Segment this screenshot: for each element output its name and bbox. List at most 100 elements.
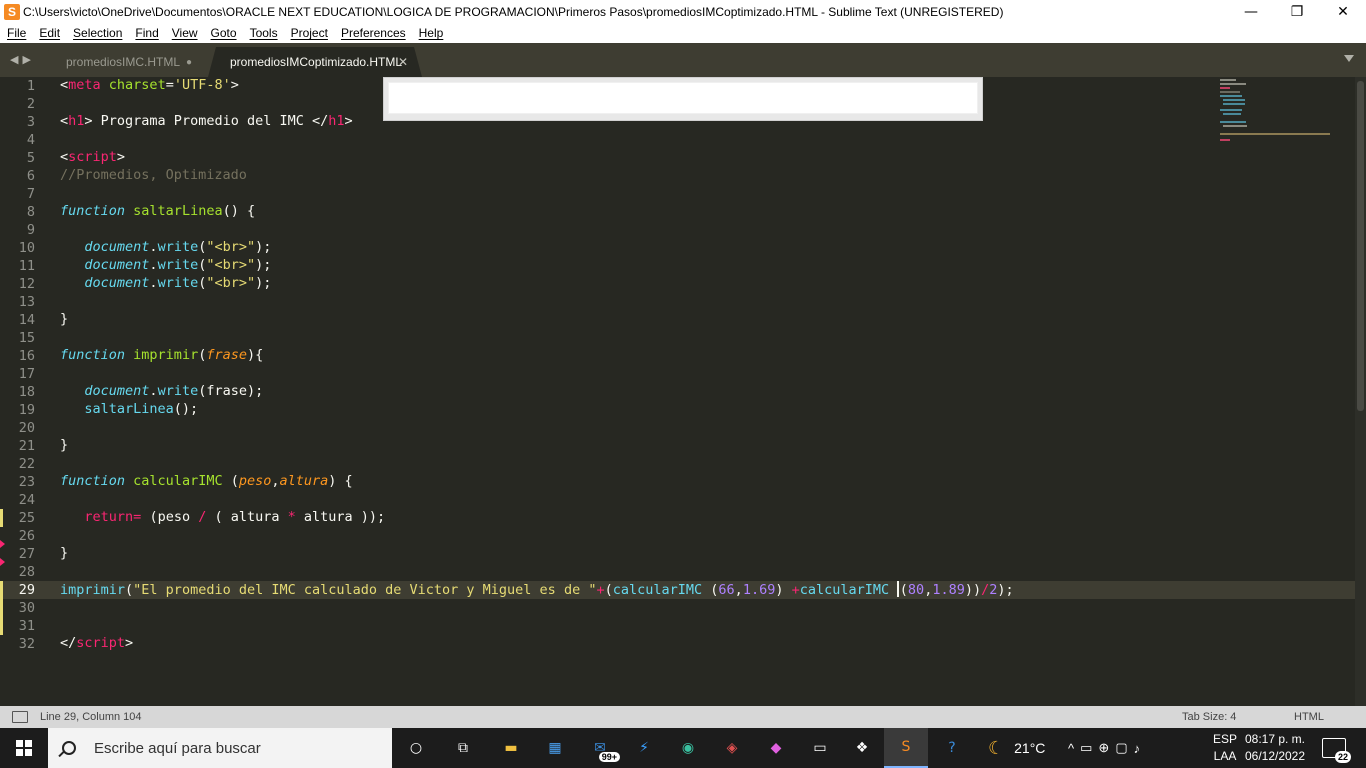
tab-dropdown-icon[interactable] bbox=[1344, 55, 1354, 62]
line-number: 16 bbox=[18, 348, 35, 364]
menu-find[interactable]: Find bbox=[128, 26, 164, 40]
vertical-scrollbar[interactable] bbox=[1355, 77, 1366, 706]
line-number: 31 bbox=[18, 618, 35, 634]
help-icon[interactable]: ? bbox=[930, 728, 974, 768]
code-token: h1 bbox=[328, 113, 345, 129]
system-tray-icons[interactable]: ^ ▭ ⊕ ▢ ♪ bbox=[1068, 728, 1146, 768]
panel-toggle-icon[interactable] bbox=[12, 711, 28, 723]
line-number: 12 bbox=[18, 276, 35, 292]
code-line-5: <script> bbox=[60, 149, 125, 167]
menu-project[interactable]: Project bbox=[284, 26, 334, 40]
line-number: 27 bbox=[18, 546, 35, 562]
line-number: 25 bbox=[18, 510, 35, 526]
code-line-3: <h1> Programa Promedio del IMC </h1> bbox=[60, 113, 353, 131]
code-line-12: document.write("<br>"); bbox=[60, 275, 271, 293]
terminal-icon[interactable]: ▭ bbox=[798, 728, 842, 768]
network-icon[interactable]: ⊕ bbox=[1098, 740, 1115, 756]
dropbox-icon[interactable]: ❖ bbox=[840, 728, 884, 768]
code-token: > bbox=[125, 635, 134, 651]
line-number: 13 bbox=[18, 294, 35, 310]
line-number: 30 bbox=[18, 600, 35, 616]
notifications-icon[interactable]: 22 bbox=[1322, 738, 1351, 763]
app-icon[interactable]: ◈ bbox=[710, 728, 754, 768]
line-number: 5 bbox=[26, 150, 35, 166]
task-view-icon[interactable]: ⧉ bbox=[441, 728, 485, 768]
code-line-21: } bbox=[60, 437, 68, 455]
cortana-icon[interactable]: ○ bbox=[394, 728, 438, 768]
line-number: 2 bbox=[26, 96, 35, 112]
code-token: </ bbox=[60, 635, 77, 651]
deleted-line-marker bbox=[0, 558, 5, 566]
minimap[interactable] bbox=[1218, 77, 1338, 147]
find-input[interactable] bbox=[388, 82, 978, 114]
code-segment: (80,1.89))/2); bbox=[900, 582, 1014, 598]
code-token: charset bbox=[108, 77, 166, 93]
language-indicator[interactable]: ESP LAA bbox=[1212, 731, 1238, 765]
code-token: . bbox=[149, 257, 158, 273]
display-icon[interactable]: ▢ bbox=[1115, 740, 1133, 756]
editor-area[interactable]: 1 2 3 4 5 6 7 8 9 10 11 12 13 14 15 16 17 18 19 20 21 22 23 24 2… bbox=[0, 77, 1366, 706]
code-token: 1.89 bbox=[932, 582, 965, 598]
vscode-icon[interactable]: ⚡ bbox=[622, 728, 666, 768]
menu-goto[interactable]: Goto bbox=[204, 26, 243, 40]
syntax-mode[interactable]: HTML bbox=[1294, 711, 1324, 723]
menu-preferences[interactable]: Preferences bbox=[334, 26, 412, 40]
code-token: ) { bbox=[328, 473, 353, 489]
modified-line-marker bbox=[0, 581, 3, 599]
clock[interactable]: 08:17 p. m. 06/12/2022 bbox=[1244, 731, 1306, 765]
moon-icon: ☾ bbox=[988, 737, 1005, 758]
line-number: 1 bbox=[26, 78, 35, 94]
mail-badge: 99+ bbox=[598, 752, 620, 762]
code-token: . bbox=[149, 383, 158, 399]
store-icon[interactable]: ▦ bbox=[533, 728, 577, 768]
weather-widget[interactable]: ☾ 21°C bbox=[988, 728, 1045, 768]
code-token: write bbox=[157, 239, 199, 255]
scrollbar-thumb[interactable] bbox=[1357, 81, 1364, 411]
shell-app-icon[interactable]: ◆ bbox=[754, 728, 798, 768]
unsaved-dot-icon: ● bbox=[185, 56, 192, 68]
menu-help[interactable]: Help bbox=[412, 26, 450, 40]
tab-promediosimcoptimizado[interactable]: promediosIMCoptimizado.HTML ✕ bbox=[208, 47, 422, 77]
tab-size[interactable]: Tab Size: 4 bbox=[1182, 711, 1236, 723]
mail-icon[interactable]: ✉ 99+ bbox=[578, 728, 622, 768]
search-icon bbox=[62, 741, 76, 755]
volume-icon[interactable]: ♪ bbox=[1134, 741, 1147, 756]
edge-icon[interactable]: ◉ bbox=[666, 728, 710, 768]
line-number: 24 bbox=[18, 492, 35, 508]
menu-view[interactable]: View bbox=[165, 26, 204, 40]
menu-selection[interactable]: Selection bbox=[66, 26, 128, 40]
minimize-button[interactable]: — bbox=[1228, 0, 1274, 23]
code-token: document bbox=[84, 239, 150, 255]
deleted-line-marker bbox=[0, 540, 5, 548]
tab-nav-arrows-icon[interactable]: ◀▶ bbox=[10, 53, 35, 66]
code-token: //Promedios, Optimizado bbox=[60, 167, 247, 183]
menu-file[interactable]: File bbox=[0, 26, 32, 40]
code-token: function bbox=[60, 473, 126, 489]
minimap-line bbox=[1220, 109, 1242, 111]
window-title: C:\Users\victo\OneDrive\Documentos\ORACL… bbox=[23, 4, 1004, 19]
line-number: 26 bbox=[18, 528, 35, 544]
minimap-line bbox=[1223, 103, 1245, 105]
code-token: , bbox=[734, 582, 743, 598]
battery-icon[interactable]: ▭ bbox=[1080, 740, 1098, 756]
tab-promediosimc[interactable]: promediosIMC.HTML ● bbox=[48, 47, 218, 77]
close-button[interactable]: ✕ bbox=[1320, 0, 1366, 23]
maximize-button[interactable]: ❐ bbox=[1274, 0, 1320, 23]
close-tab-icon[interactable]: ✕ bbox=[398, 55, 408, 69]
taskbar-search-box[interactable]: Escribe aquí para buscar bbox=[48, 728, 392, 768]
chevron-up-icon[interactable]: ^ bbox=[1068, 741, 1080, 756]
menu-edit[interactable]: Edit bbox=[32, 26, 66, 40]
code-token: ); bbox=[255, 257, 272, 273]
line-number: 4 bbox=[26, 132, 35, 148]
menu-tools[interactable]: Tools bbox=[243, 26, 284, 40]
file-explorer-icon[interactable]: ▬ bbox=[489, 728, 533, 768]
start-button[interactable] bbox=[0, 728, 48, 768]
code-token: altura )); bbox=[295, 509, 386, 525]
code-token: } bbox=[60, 437, 69, 453]
code-line-6: //Promedios, Optimizado bbox=[60, 167, 247, 185]
sublime-taskbar-icon[interactable]: S bbox=[884, 728, 928, 768]
line-number: 7 bbox=[26, 186, 35, 202]
code-token: ) bbox=[775, 582, 792, 598]
